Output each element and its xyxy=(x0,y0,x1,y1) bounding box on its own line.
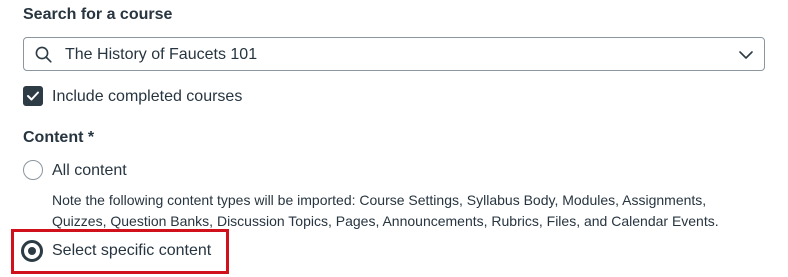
radio-all-content-label: All content xyxy=(52,162,127,179)
include-completed-checkbox[interactable] xyxy=(23,86,43,106)
checkmark-icon xyxy=(27,91,39,101)
radio-selected-dot xyxy=(28,247,36,255)
course-import-form: Search for a course The History of Fauce… xyxy=(0,0,788,277)
chevron-down-icon[interactable] xyxy=(738,48,754,62)
course-search-combobox[interactable]: The History of Faucets 101 xyxy=(23,37,765,71)
radio-select-specific-label: Select specific content xyxy=(52,242,212,259)
content-label: Content * xyxy=(23,129,95,146)
course-search-value[interactable]: The History of Faucets 101 xyxy=(65,45,257,65)
radio-select-specific-circle[interactable] xyxy=(21,240,43,262)
content-types-note: Note the following content types will be… xyxy=(52,192,719,229)
radio-all-content-circle[interactable] xyxy=(23,160,43,180)
search-icon xyxy=(35,46,52,63)
search-course-label: Search for a course xyxy=(23,6,173,23)
include-completed-label: Include completed courses xyxy=(52,88,243,105)
